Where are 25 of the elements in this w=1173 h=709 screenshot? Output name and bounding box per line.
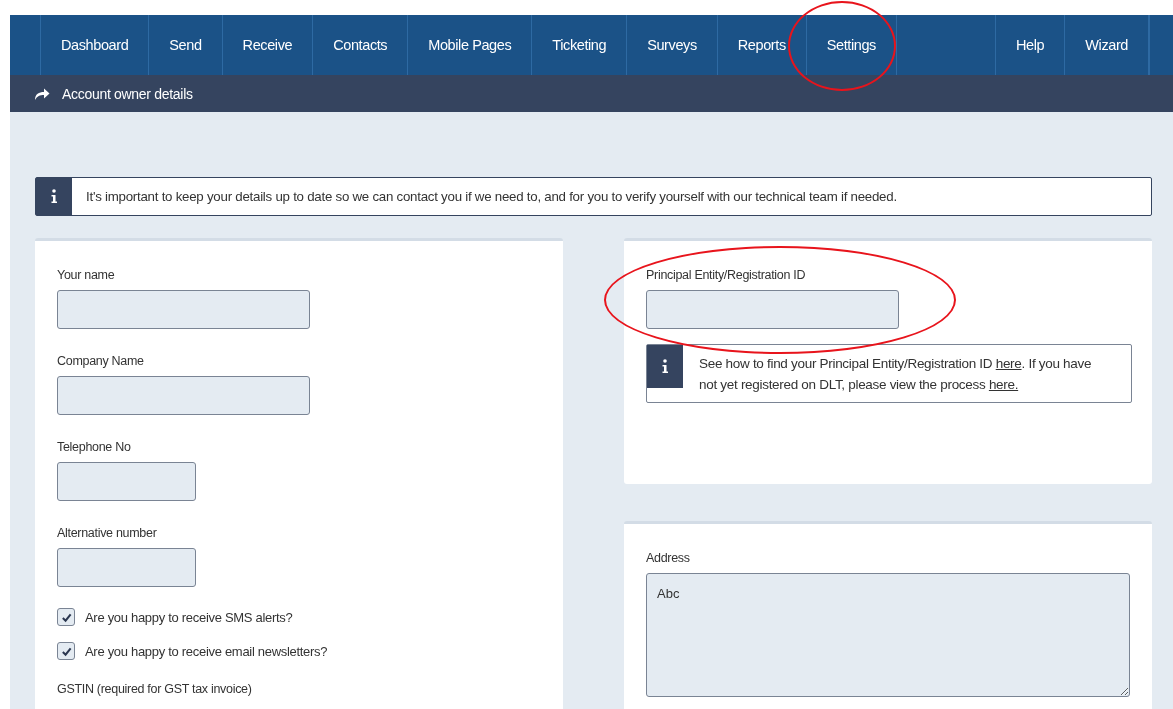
input-field[interactable] — [57, 376, 310, 415]
checkbox-label: Are you happy to receive SMS alerts? — [85, 609, 293, 625]
field-label: Company Name — [57, 354, 144, 368]
field-label: Principal Entity/Registration ID — [646, 268, 806, 282]
input-field[interactable] — [57, 290, 310, 329]
input-field[interactable] — [57, 462, 196, 501]
field-label: Alternative number — [57, 526, 157, 540]
field-label: GSTIN (required for GST tax invoice) — [57, 682, 252, 696]
checkmark-icon — [60, 611, 72, 623]
page-title: Account owner details — [62, 85, 193, 102]
checkbox-label: Are you happy to receive email newsletters? — [85, 643, 328, 659]
input-field[interactable] — [57, 548, 196, 587]
checkmark-icon — [60, 645, 72, 657]
help-link[interactable]: here. — [988, 377, 1019, 392]
input-field[interactable] — [646, 290, 899, 329]
help-link[interactable]: here — [995, 356, 1022, 371]
info-text: See how to find your Principal Entity/Registration ID here. If you have not yet registered on DLT, please view the process here. — [698, 355, 1093, 394]
field-label: Telephone No — [57, 440, 131, 454]
field-label: Your name — [57, 268, 115, 282]
checkbox[interactable] — [57, 642, 75, 660]
notice-text: It's important to keep your details up to date so we can contact you if we need to, and for you to verify yourself with our technical team if needed. — [85, 189, 897, 204]
curved-arrow-icon — [34, 86, 50, 101]
address-textarea[interactable]: Abc — [646, 573, 1130, 697]
checkbox[interactable] — [57, 608, 75, 626]
field-label: Address — [646, 551, 690, 565]
